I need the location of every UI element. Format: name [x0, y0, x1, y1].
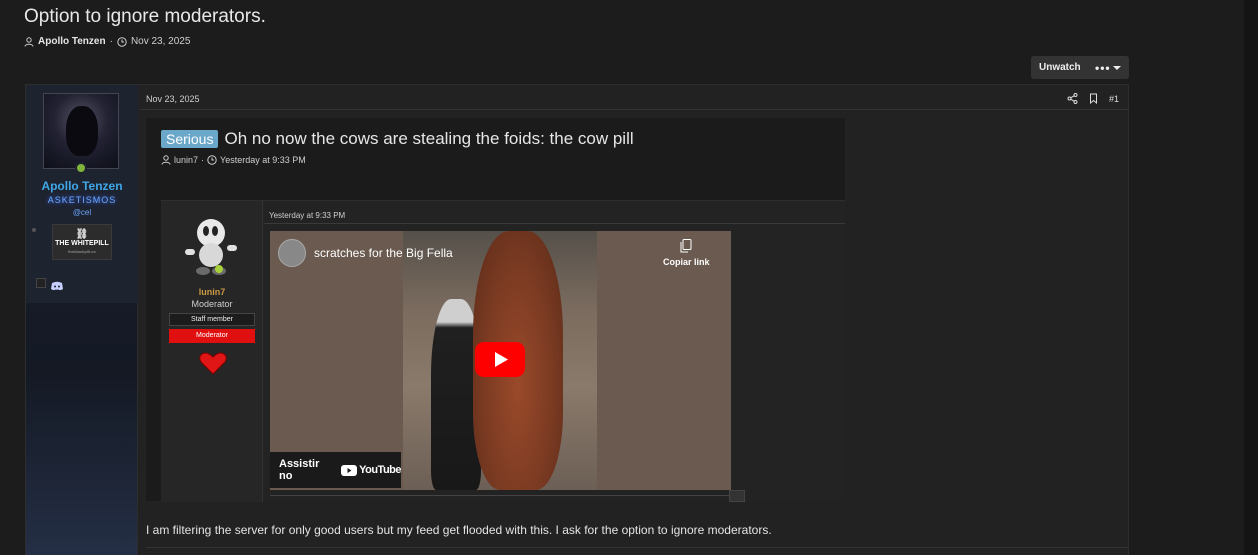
meta-separator: ·	[201, 155, 205, 165]
embed-author-link[interactable]: lunin7	[174, 155, 198, 165]
post: Apollo Tenzen ASKETISMOS @cel ⛓ THE WHIT…	[25, 84, 1129, 555]
social-links	[36, 278, 64, 291]
page-title: Option to ignore moderators.	[24, 6, 266, 27]
link-icon: ⛓	[75, 229, 89, 240]
online-indicator	[75, 162, 87, 174]
moderator-badge: Moderator	[169, 329, 255, 343]
thread-author-link[interactable]: Apollo Tenzen	[38, 36, 106, 47]
post-body: I am filtering the server for only good …	[146, 523, 772, 537]
youtube-embed[interactable]: scratches for the Big Fella Copiar link …	[270, 231, 731, 490]
unwatch-button-group: Unwatch •••	[1031, 56, 1129, 79]
unwatch-button[interactable]: Unwatch	[1031, 62, 1091, 73]
embedded-user-role: Moderator	[191, 299, 233, 309]
embedded-post-divider	[264, 223, 845, 224]
thread-prefix-badge[interactable]: Serious	[161, 130, 219, 148]
user-subtitle: @cel	[72, 208, 92, 217]
youtube-play-icon	[341, 464, 358, 476]
post-header-divider	[139, 109, 1129, 110]
staff-member-badge: Staff member	[169, 313, 255, 326]
post-username[interactable]: Apollo Tenzen	[26, 179, 138, 193]
thread-meta: Apollo Tenzen · Nov 23, 2025	[24, 36, 190, 47]
video-letterbox-right	[597, 231, 731, 490]
clock-icon	[117, 36, 127, 47]
clock-icon	[207, 155, 217, 165]
copy-link-label: Copiar link	[663, 257, 710, 267]
embedded-username[interactable]: lunin7	[161, 287, 263, 297]
youtube-logo: YouTube	[341, 464, 401, 476]
watch-on-youtube-button[interactable]: Assistir no YouTube	[270, 452, 401, 488]
thread-tools-menu-button[interactable]: •••	[1091, 61, 1121, 75]
bullet-dot	[32, 228, 36, 232]
embed-expand-toggle[interactable]	[729, 490, 745, 502]
discord-icon[interactable]	[50, 278, 64, 291]
dry-bones-avatar[interactable]	[181, 215, 241, 277]
bookmark-icon[interactable]	[1088, 93, 1099, 105]
embed-title-text[interactable]: Oh no now the cows are stealing the foid…	[224, 129, 633, 149]
embedded-bottom-divider	[270, 495, 737, 496]
embed-meta: lunin7 · Yesterday at 9:33 PM	[161, 155, 306, 165]
copy-icon	[680, 239, 692, 253]
more-label: •••	[1095, 60, 1111, 75]
embedded-post: lunin7 Moderator Staff member Moderator …	[161, 200, 845, 502]
user-icon	[24, 36, 34, 47]
post-footer-divider	[146, 547, 1128, 548]
whitepill-badge[interactable]: ⛓ THE WHITEPILL theblackpill.co	[52, 224, 112, 260]
copy-link-button[interactable]: Copiar link	[663, 239, 710, 267]
meta-separator: ·	[109, 36, 113, 47]
embedded-user-panel: lunin7 Moderator Staff member Moderator	[161, 201, 263, 502]
video-title-bar[interactable]: scratches for the Big Fella	[278, 239, 453, 267]
user-icon	[161, 155, 171, 165]
embedded-thread[interactable]: Serious Oh no now the cows are stealing …	[146, 118, 845, 502]
right-scrollbar[interactable]	[1244, 0, 1258, 555]
channel-avatar[interactable]	[278, 239, 306, 267]
post-tools: #1	[1067, 93, 1119, 105]
badge-small-text: theblackpill.co	[68, 249, 96, 254]
youtube-brand: YouTube	[359, 464, 401, 476]
heart-icon	[199, 352, 227, 375]
user-title: ASKETISMOS	[47, 195, 117, 205]
watch-on-label: Assistir no	[279, 458, 320, 482]
embed-time-link[interactable]: Yesterday at 9:33 PM	[220, 155, 306, 165]
play-icon[interactable]	[475, 342, 525, 377]
post-number-link[interactable]: #1	[1109, 94, 1119, 104]
embed-title[interactable]: Serious Oh no now the cows are stealing …	[161, 129, 634, 149]
video-title[interactable]: scratches for the Big Fella	[314, 246, 453, 260]
post-date[interactable]: Nov 23, 2025	[146, 94, 200, 104]
avatar[interactable]	[43, 93, 119, 169]
caret-down-icon	[1112, 65, 1121, 71]
embedded-post-time[interactable]: Yesterday at 9:33 PM	[269, 211, 345, 220]
post-user-panel: Apollo Tenzen ASKETISMOS @cel ⛓ THE WHIT…	[26, 85, 138, 555]
tiktok-icon[interactable]	[36, 278, 46, 288]
share-icon[interactable]	[1067, 93, 1078, 104]
badge-label: THE WHITEPILL	[55, 240, 109, 247]
thread-date-link[interactable]: Nov 23, 2025	[131, 36, 191, 47]
